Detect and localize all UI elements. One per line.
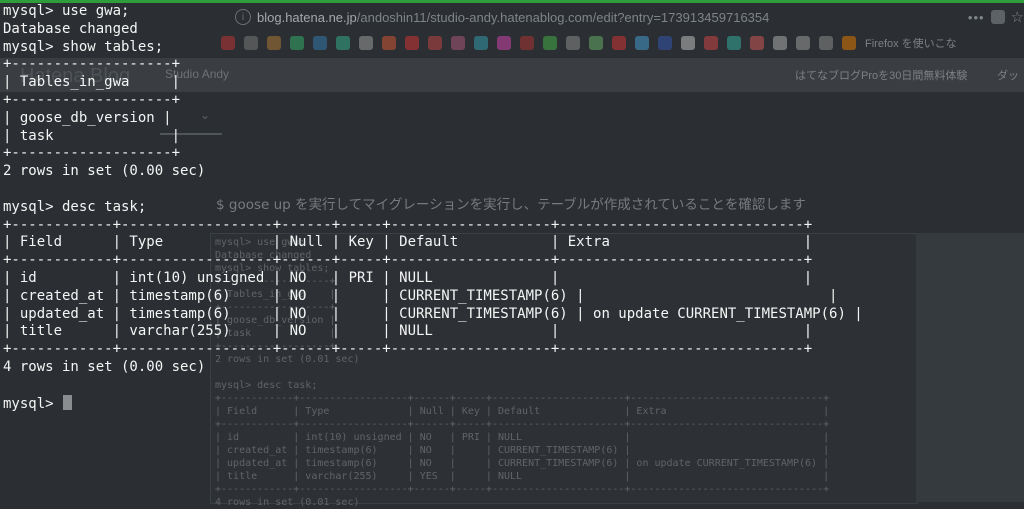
terminal-line: | Tables_in_gwa | [3,74,181,91]
terminal-line: | goose_db_version | [3,109,172,126]
terminal-line: 2 rows in set (0.00 sec) [3,163,206,180]
terminal-output[interactable]: mysql> use gwa; Database changed mysql> sh… [3,3,863,412]
pocket-icon[interactable] [990,10,1005,24]
terminal-line: +------------+------------------+------+… [3,252,813,269]
terminal-line: mysql> use gwa; [3,3,130,19]
prompt-line: mysql> [3,394,863,413]
cursor-block [63,394,73,410]
terminal-line: | title | varchar(255) | NO | | NULL | | [3,323,813,340]
terminal-line: | updated_at | timestamp(6) | NO | | CUR… [3,305,863,322]
more-icon[interactable]: ••• [968,10,985,25]
terminal-line: | id | int(10) unsigned | NO | PRI | NUL… [3,269,813,286]
terminal-line: mysql> desc task; [3,198,147,215]
terminal-line: +------------+------------------+------+… [3,216,813,233]
bookmark-label[interactable]: Firefox を使いこな [865,35,957,51]
terminal-line: +-------------------+ [3,56,181,73]
terminal-line: +-------------------+ [3,145,181,162]
star-icon[interactable]: ☆ [1011,8,1024,26]
terminal-line: | created_at | timestamp(6) | NO | | CUR… [3,287,838,304]
terminal-line: mysql> show tables; [3,38,164,55]
terminal-line: 4 rows in set (0.00 sec) [3,358,206,375]
dashboard-link[interactable]: ダッ [997,67,1019,83]
terminal-line: +------------+------------------+------+… [3,341,813,358]
terminal-line: +-------------------+ [3,91,181,108]
terminal-line: | task | [3,127,181,144]
terminal-line: | Field | Type | Null | Key | Default | … [3,234,813,251]
terminal-line: Database changed [3,20,138,37]
editor-side-panel [916,233,1024,502]
